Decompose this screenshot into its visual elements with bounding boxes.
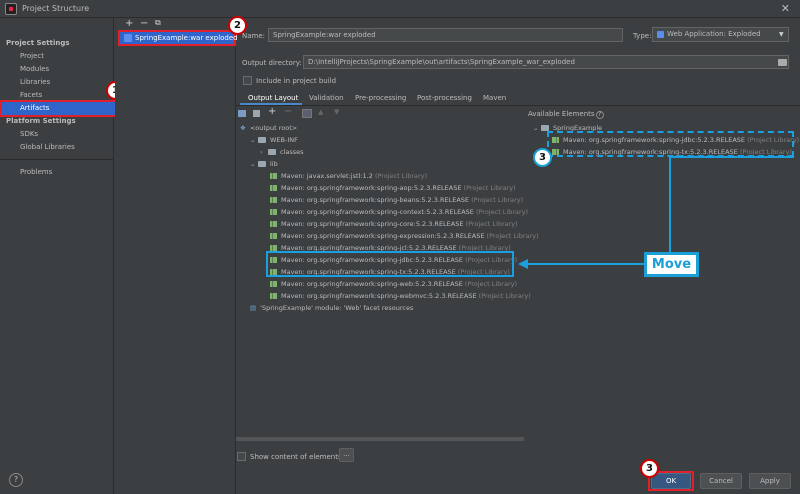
artifact-item-label: SpringExample:war exploded: [135, 34, 238, 42]
add-icon[interactable]: +: [125, 18, 133, 29]
cancel-button[interactable]: Cancel: [700, 473, 742, 489]
tree-row-library[interactable]: Maven: org.springframework:spring-webmvc…: [270, 292, 531, 300]
move-label: Move: [644, 252, 699, 277]
sidebar-selection-highlight: [0, 100, 120, 117]
tree-row-lib[interactable]: ⌄ lib: [250, 160, 278, 168]
ok-button[interactable]: OK: [651, 473, 691, 489]
sidebar: [0, 18, 114, 494]
horizontal-scrollbar[interactable]: [236, 437, 524, 441]
tree-row-library[interactable]: Maven: org.springframework:spring-core:5…: [270, 220, 518, 228]
tree-row-classes[interactable]: › classes: [260, 148, 304, 156]
tree-row-library[interactable]: Maven: javax.servlet:jstl:1.2 (Project L…: [270, 172, 427, 180]
sidebar-item-sdks[interactable]: SDKs: [20, 130, 38, 138]
include-build-checkbox[interactable]: [243, 76, 252, 85]
ellipsis-button[interactable]: ...: [339, 448, 354, 462]
remove-icon[interactable]: −: [140, 18, 148, 29]
tab-validation[interactable]: Validation: [309, 94, 344, 102]
sidebar-item-libraries[interactable]: Libraries: [20, 78, 50, 86]
apply-button[interactable]: Apply: [749, 473, 791, 489]
sort-icon[interactable]: [302, 109, 312, 118]
tree-row-facet-resources[interactable]: ▤ 'SpringExample' module: 'Web' facet res…: [250, 304, 413, 312]
title-bar: [0, 0, 800, 18]
type-label: Type:: [633, 32, 652, 40]
tab-pre-processing[interactable]: Pre-processing: [355, 94, 406, 102]
tree-row-output-root[interactable]: ❖ <output root>: [240, 124, 297, 132]
output-dir-label: Output directory:: [242, 59, 302, 67]
create-directory-icon[interactable]: [238, 110, 246, 117]
artifact-list-panel: [115, 18, 236, 494]
name-field[interactable]: SpringExample:war exploded: [268, 28, 623, 42]
sidebar-divider: [0, 159, 114, 160]
window-title: Project Structure: [22, 4, 90, 13]
sidebar-item-facets[interactable]: Facets: [20, 91, 42, 99]
tree-row-library[interactable]: Maven: org.springframework:spring-expres…: [270, 232, 539, 240]
output-dir-field[interactable]: D:\IntelliJProjects\SpringExample\out\ar…: [303, 55, 789, 69]
tab-maven[interactable]: Maven: [483, 94, 506, 102]
copy-icon[interactable]: ⧉: [155, 18, 161, 28]
tree-row-library[interactable]: Maven: org.springframework:spring-aop:5.…: [270, 184, 516, 192]
sidebar-item-artifacts[interactable]: Artifacts: [20, 104, 49, 112]
show-content-label: Show content of elements: [250, 453, 342, 461]
tree-row-web-inf[interactable]: ⌄ WEB-INF: [250, 136, 298, 144]
sidebar-item-problems[interactable]: Problems: [20, 168, 52, 176]
chevron-down-icon: ▼: [779, 31, 784, 38]
remove-element-icon[interactable]: −: [284, 106, 292, 117]
archive-icon[interactable]: [253, 110, 260, 117]
help-button[interactable]: ?: [9, 473, 23, 487]
platform-settings-heading: Platform Settings: [6, 117, 76, 125]
sidebar-item-global-libraries[interactable]: Global Libraries: [20, 143, 75, 151]
add-copy-icon[interactable]: +: [268, 106, 276, 117]
move-down-icon[interactable]: ▼: [334, 108, 339, 116]
close-icon[interactable]: ✕: [781, 2, 790, 15]
project-settings-heading: Project Settings: [6, 39, 70, 47]
tree-row-library[interactable]: Maven: org.springframework:spring-web:5.…: [270, 280, 517, 288]
tree-row-library[interactable]: Maven: org.springframework:spring-contex…: [270, 208, 528, 216]
tabs-divider: [236, 105, 800, 106]
sidebar-item-modules[interactable]: Modules: [20, 65, 49, 73]
move-up-icon[interactable]: ▲: [318, 108, 323, 116]
type-select[interactable]: Web Application: Exploded: [652, 27, 789, 42]
include-build-label: Include in project build: [256, 77, 337, 85]
available-elements-label: Available Elements?: [528, 110, 604, 119]
sidebar-item-project[interactable]: Project: [20, 52, 44, 60]
folder-icon[interactable]: [778, 59, 787, 66]
annotation-badge-3b: 3: [640, 459, 659, 478]
show-content-checkbox[interactable]: [237, 452, 246, 461]
name-label: Name:: [242, 32, 266, 40]
tab-post-processing[interactable]: Post-processing: [417, 94, 472, 102]
tab-output-layout[interactable]: Output Layout: [248, 94, 298, 102]
web-app-icon: [657, 31, 664, 38]
app-icon: [5, 3, 17, 15]
web-artifact-icon: [124, 34, 132, 42]
moved-items-highlight: [266, 251, 514, 277]
tree-row-library[interactable]: Maven: org.springframework:spring-beans:…: [270, 196, 523, 204]
